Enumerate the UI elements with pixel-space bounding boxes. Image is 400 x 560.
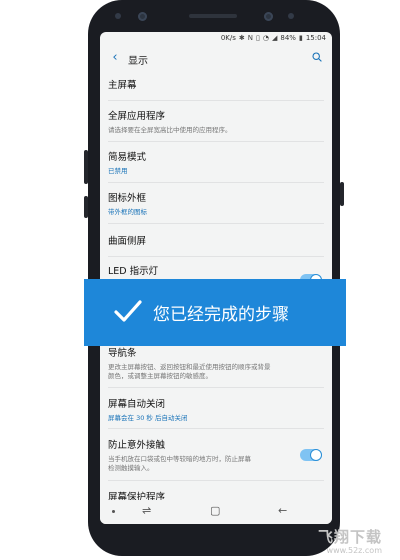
- setting-home-screen[interactable]: 主屏幕: [108, 77, 322, 91]
- setting-icon-frames[interactable]: 图标外框 带外框的图标: [108, 190, 322, 217]
- setting-title: 简易模式: [108, 152, 147, 163]
- divider: [108, 428, 324, 429]
- setting-description: 当手机放在口袋或包中等较暗的地方时，防止屏幕 检测触摸输入。: [108, 455, 322, 473]
- setting-status: 屏幕会在 30 秒 后自动关闭: [108, 414, 188, 422]
- checkmark-icon: [114, 300, 142, 322]
- completion-banner: 您已经完成的步骤: [84, 279, 346, 346]
- bluetooth-icon: ✱: [238, 34, 245, 42]
- divider: [108, 223, 324, 224]
- setting-title: 防止意外接触: [108, 440, 166, 451]
- setting-description-line: 颜色，或调整主屏幕按钮的敏感度。: [108, 372, 212, 380]
- divider: [108, 480, 324, 481]
- setting-title: 图标外框: [108, 193, 147, 204]
- accidental-touch-toggle[interactable]: [300, 449, 322, 461]
- setting-title: 导航条: [108, 348, 137, 359]
- setting-description-line: 检测触摸输入。: [108, 464, 154, 472]
- proximity-sensor: [115, 13, 121, 19]
- setting-easy-mode[interactable]: 简易模式 已禁用: [108, 149, 322, 176]
- setting-title: 主屏幕: [108, 80, 137, 91]
- search-icon[interactable]: [312, 52, 322, 62]
- nav-hide-dot-icon[interactable]: [112, 510, 115, 513]
- battery-percent: 84%: [280, 34, 296, 42]
- nfc-icon: N: [247, 34, 254, 42]
- iris-scanner-icon: [138, 12, 147, 21]
- setting-description-line: 当手机放在口袋或包中等较暗的地方时，防止屏幕: [108, 455, 251, 463]
- watermark-url: www.52z.com: [326, 546, 382, 555]
- navigation-bar: ⇌ ▢ ←: [100, 500, 332, 524]
- bixby-button: [84, 196, 88, 218]
- network-speed: 0K/s: [220, 34, 236, 42]
- power-button: [340, 182, 344, 206]
- front-camera-icon: [264, 12, 273, 21]
- setting-description-line: 更改主屏幕按钮、返回按钮和最近使用按钮的顺序或背景: [108, 363, 271, 371]
- status-bar: 0K/s ✱ N ▯ ◔ ◢ 84% ▮ 15:04: [100, 32, 332, 46]
- setting-led-indicator[interactable]: LED 指示灯: [108, 263, 322, 277]
- setting-accidental-touch[interactable]: 防止意外接触 当手机放在口袋或包中等较暗的地方时，防止屏幕 检测触摸输入。: [108, 437, 322, 473]
- app-bar: ‹ 显示: [100, 46, 332, 72]
- setting-description: 更改主屏幕按钮、返回按钮和最近使用按钮的顺序或背景 颜色，或调整主屏幕按钮的敏感…: [108, 363, 322, 381]
- setting-description: 请选择要在全屏宽高比中使用的应用程序。: [108, 126, 232, 134]
- setting-title: 全屏应用程序: [108, 111, 166, 122]
- banner-text: 您已经完成的步骤: [153, 305, 289, 325]
- back-arrow-icon[interactable]: ‹: [108, 51, 122, 65]
- light-sensor: [288, 13, 294, 19]
- divider: [108, 141, 324, 142]
- setting-status: 带外框的图标: [108, 208, 147, 216]
- signal-icon: ◢: [272, 34, 278, 42]
- divider: [108, 387, 324, 388]
- setting-title: 曲面侧屏: [108, 236, 147, 247]
- page-title: 显示: [128, 56, 148, 67]
- back-nav-icon[interactable]: ←: [278, 504, 287, 517]
- setting-edge-screen[interactable]: 曲面侧屏: [108, 233, 322, 247]
- phone-top-bezel: [88, 0, 340, 32]
- phone-screen: 0K/s ✱ N ▯ ◔ ◢ 84% ▮ 15:04 ‹ 显示 主屏幕 全屏应用…: [100, 32, 332, 524]
- setting-title: 屏幕自动关闭: [108, 399, 166, 410]
- earpiece-speaker: [189, 14, 237, 18]
- setting-title: LED 指示灯: [108, 266, 159, 277]
- vibrate-icon: ▯: [256, 34, 260, 42]
- wifi-icon: ◔: [262, 34, 269, 42]
- divider: [108, 256, 324, 257]
- setting-fullscreen-apps[interactable]: 全屏应用程序 请选择要在全屏宽高比中使用的应用程序。: [108, 108, 322, 135]
- recent-apps-icon[interactable]: ⇌: [142, 504, 151, 517]
- volume-button: [84, 150, 88, 184]
- battery-icon: ▮: [298, 34, 303, 42]
- site-watermark: 飞翔下载 www.52z.com: [300, 524, 396, 558]
- watermark-text: 飞翔下载: [317, 528, 382, 546]
- home-icon[interactable]: ▢: [210, 504, 220, 517]
- divider: [108, 182, 324, 183]
- clock: 15:04: [305, 34, 326, 42]
- setting-status: 已禁用: [108, 167, 128, 175]
- setting-navigation-bar[interactable]: 导航条 更改主屏幕按钮、返回按钮和最近使用按钮的顺序或背景 颜色，或调整主屏幕按…: [108, 345, 322, 381]
- divider: [108, 100, 324, 101]
- setting-screen-timeout[interactable]: 屏幕自动关闭 屏幕会在 30 秒 后自动关闭: [108, 396, 322, 423]
